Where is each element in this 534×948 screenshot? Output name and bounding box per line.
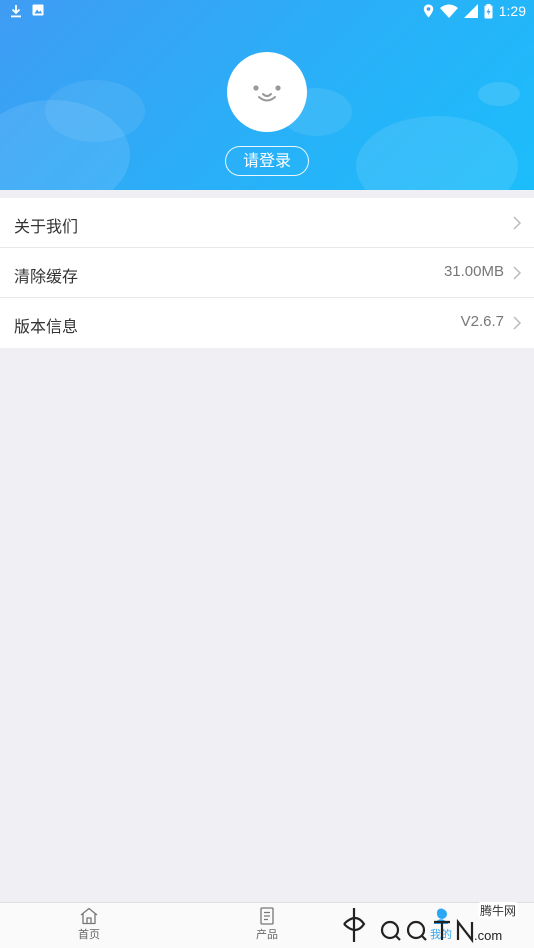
download-icon bbox=[11, 5, 21, 18]
status-bar: 1:29 bbox=[0, 0, 534, 24]
tab-home[interactable]: 首页 bbox=[44, 907, 134, 942]
menu-item-label: 清除缓存 bbox=[14, 267, 79, 286]
chevron-right-icon bbox=[513, 316, 522, 330]
menu-item-clear-cache[interactable]: 清除缓存 31.00MB bbox=[0, 248, 534, 298]
chevron-right-icon bbox=[513, 216, 522, 230]
avatar[interactable] bbox=[227, 52, 307, 132]
login-button[interactable]: 请登录 bbox=[225, 146, 309, 176]
profile-header: 1:29 请登录 bbox=[0, 0, 534, 190]
tab-label: 产品 bbox=[256, 928, 278, 941]
signal-icon bbox=[463, 4, 478, 18]
menu-item-version[interactable]: 版本信息 V2.6.7 bbox=[0, 298, 534, 348]
image-icon bbox=[32, 4, 44, 16]
settings-menu: 关于我们 清除缓存 31.00MB 版本信息 V2.6.7 bbox=[0, 198, 534, 348]
svg-text:.com: .com bbox=[474, 928, 502, 943]
watermark: .com 腾牛网 bbox=[334, 902, 530, 946]
chevron-right-icon bbox=[513, 266, 522, 280]
decor-bubble bbox=[478, 82, 520, 106]
watermark-text: 腾牛网 bbox=[477, 902, 518, 919]
decor-bubble bbox=[356, 116, 518, 190]
tab-label: 首页 bbox=[78, 928, 100, 941]
tab-products[interactable]: 产品 bbox=[222, 907, 312, 942]
wifi-icon bbox=[439, 4, 458, 18]
decor-bubble bbox=[45, 80, 145, 142]
cache-size: 31.00MB bbox=[443, 263, 504, 280]
menu-item-label: 关于我们 bbox=[14, 217, 79, 236]
bottom-tab-bar: 首页 产品 我的 .com 腾牛网 bbox=[0, 902, 534, 948]
document-icon bbox=[260, 907, 274, 925]
home-icon bbox=[80, 907, 98, 925]
status-time: 1:29 bbox=[498, 3, 526, 19]
version-value: V2.6.7 bbox=[460, 313, 504, 330]
location-icon bbox=[423, 4, 433, 18]
battery-icon bbox=[484, 3, 493, 18]
menu-item-about[interactable]: 关于我们 bbox=[0, 198, 534, 248]
avatar-face-icon bbox=[253, 85, 281, 102]
menu-item-label: 版本信息 bbox=[14, 317, 79, 336]
